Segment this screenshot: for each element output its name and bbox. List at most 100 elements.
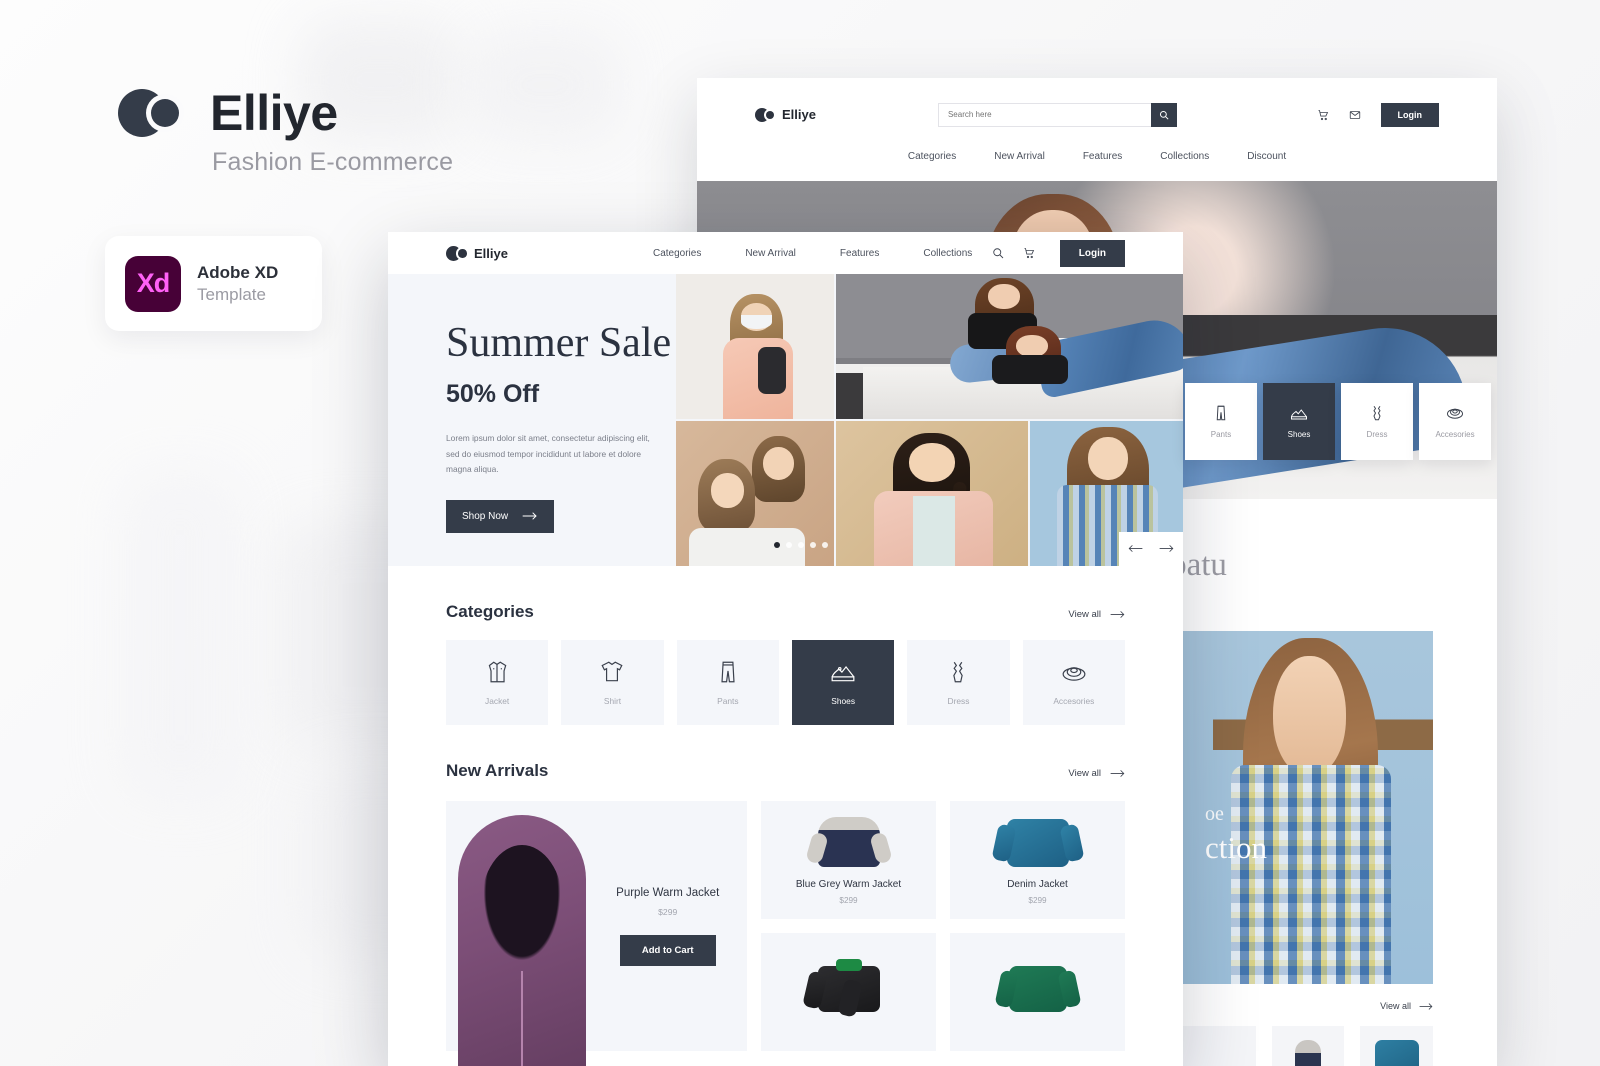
hero-image-tile [835,274,1183,419]
hero-image-tile [676,274,834,419]
nav-item-features[interactable]: Features [1083,151,1122,162]
arrow-right-icon [1419,1002,1433,1010]
search-button[interactable] [1150,102,1177,127]
accessories-icon [1447,408,1463,419]
new-arrivals-view-all[interactable]: View all [1068,768,1125,779]
product-price: $299 [1028,896,1047,905]
category-card-label: Shirt [603,696,622,706]
categories-section-header: Categories View all [446,566,1125,622]
front-browser-window: Elliye Categories New Arrival Features C… [388,232,1183,1066]
login-button[interactable]: Login [1059,239,1125,267]
nav-item-features[interactable]: Features [840,248,879,259]
category-card-pants[interactable]: Pants [676,640,779,725]
nav-item-categories[interactable]: Categories [653,248,701,259]
nav-item-collections[interactable]: Collections [1160,151,1209,162]
product-card[interactable]: Blue Grey Warm Jacket $299 [761,801,936,919]
new-arrivals-section-header: New Arrivals View all [446,725,1125,781]
back-promo-banner: oe ction [1183,631,1433,984]
nav-item-new-arrival[interactable]: New Arrival [994,151,1045,162]
arrow-right-icon [1110,770,1125,777]
brand-block: Elliye Fashion E-commerce [118,84,453,177]
category-card-label: Jacket [485,696,510,706]
hero-description: Lorem ipsum dolor sit amet, consectetur … [446,433,650,475]
category-chip-label: Accesories [1435,430,1475,439]
categories-title: Categories [446,602,534,621]
category-card-shoes[interactable]: Shoes [792,640,895,725]
hero-carousel-dots[interactable] [774,542,828,548]
nav-item-categories[interactable]: Categories [908,151,956,162]
front-header-actions: Login [992,239,1125,267]
nav-item-collections[interactable]: Collections [923,248,972,259]
category-card-label: Accesories [1053,696,1095,706]
featured-product-name: Purple Warm Jacket [616,886,720,899]
product-price: $299 [839,896,858,905]
back-search-bar[interactable] [937,102,1177,127]
add-to-cart-button[interactable]: Add to Cart [619,934,716,966]
front-window-nav: Categories New Arrival Features Collecti… [653,248,972,259]
featured-product-price: $299 [658,906,678,917]
background-blob [470,30,620,140]
nav-item-discount[interactable]: Discount [1247,151,1286,162]
front-hero-copy: Summer Sale 50% Off Lorem ipsum dolor si… [388,274,676,566]
category-chip-label: Dress [1366,430,1388,439]
category-card-accesories[interactable]: Accesories [1022,640,1125,725]
cart-icon[interactable] [1023,247,1035,259]
back-thumbnail[interactable] [1271,1026,1345,1066]
dress-icon [1373,405,1381,421]
back-promo-line2: ction [1205,830,1267,865]
category-card-jacket[interactable]: Jacket [446,640,549,725]
shoe-icon [1291,409,1307,420]
cart-icon[interactable] [1317,109,1329,121]
category-chip-dress[interactable]: Dress [1341,383,1413,460]
featured-product-card[interactable]: Purple Warm Jacket $299 Add to Cart [446,801,747,1066]
adobe-xd-subtitle: Template [197,284,266,304]
shop-now-label: Shop Now [462,510,509,522]
carousel-dot[interactable] [810,542,816,548]
category-chip-accesories[interactable]: Accesories [1419,383,1491,460]
product-card[interactable] [950,933,1125,1051]
shop-now-button[interactable]: Shop Now [446,499,555,533]
product-column: Blue Grey Warm Jacket $299 [761,801,936,1051]
login-button[interactable]: Login [1380,102,1439,127]
product-column: Denim Jacket $299 [950,801,1125,1051]
adobe-xd-badge: Xd Adobe XD Template [105,236,322,331]
back-promo-line1: oe [1205,803,1224,825]
product-card[interactable] [761,933,936,1051]
search-icon[interactable] [992,247,1004,259]
back-window-logo[interactable]: Elliye [755,107,816,122]
product-card[interactable]: Denim Jacket $299 [950,801,1125,919]
category-chip-pants[interactable]: Pants [1185,383,1257,460]
hero-subtitle: 50% Off [446,380,540,408]
arrow-right-icon [522,512,537,520]
carousel-dot[interactable] [822,542,828,548]
category-card-label: Dress [947,696,970,706]
hero-carousel-controls [1119,532,1183,566]
back-thumbnail[interactable] [1360,1026,1434,1066]
back-thumbnail[interactable] [1183,1026,1256,1066]
hero-image-grid [676,274,1183,566]
product-image [950,960,1125,1016]
adobe-xd-title: Adobe XD [197,262,279,282]
search-input[interactable] [937,102,1151,127]
categories-view-all[interactable]: View all [1068,609,1125,620]
category-grid: Jacket Shirt Pants Shoes Dress Accesorie… [446,640,1125,725]
nav-item-new-arrival[interactable]: New Arrival [745,248,796,259]
new-arrivals-title: New Arrivals [446,761,549,780]
carousel-dot[interactable] [798,542,804,548]
carousel-next-button[interactable] [1159,540,1174,558]
arrow-right-icon [1110,611,1125,618]
shoe-icon [831,665,855,682]
brand-tagline: Fashion E-commerce [212,148,454,176]
carousel-dot[interactable] [786,542,792,548]
back-view-all-link[interactable]: View all [1380,1001,1433,1011]
category-chip-shoes[interactable]: Shoes [1263,383,1335,460]
category-card-dress[interactable]: Dress [907,640,1010,725]
mail-icon[interactable] [1349,109,1361,121]
category-card-shirt[interactable]: Shirt [561,640,664,725]
back-header-actions: Login [1317,102,1439,127]
adobe-xd-icon: Xd [125,255,181,312]
carousel-dot[interactable] [774,542,780,548]
back-category-chips: Pants Shoes Dress Accesories [1185,383,1491,460]
front-window-logo[interactable]: Elliye [446,245,508,261]
carousel-prev-button[interactable] [1128,540,1143,558]
